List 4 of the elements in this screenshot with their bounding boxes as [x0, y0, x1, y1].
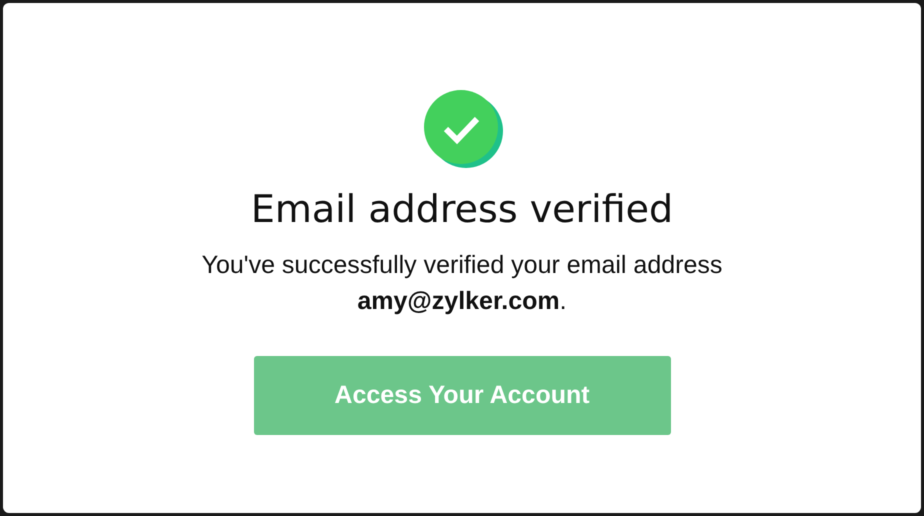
- message-text: You've successfully verified your email address amy@zylker.com.: [200, 250, 724, 317]
- access-account-button[interactable]: Access Your Account: [254, 356, 670, 435]
- dialog-title: Email address verified: [250, 187, 674, 231]
- check-circle-icon: [422, 89, 506, 169]
